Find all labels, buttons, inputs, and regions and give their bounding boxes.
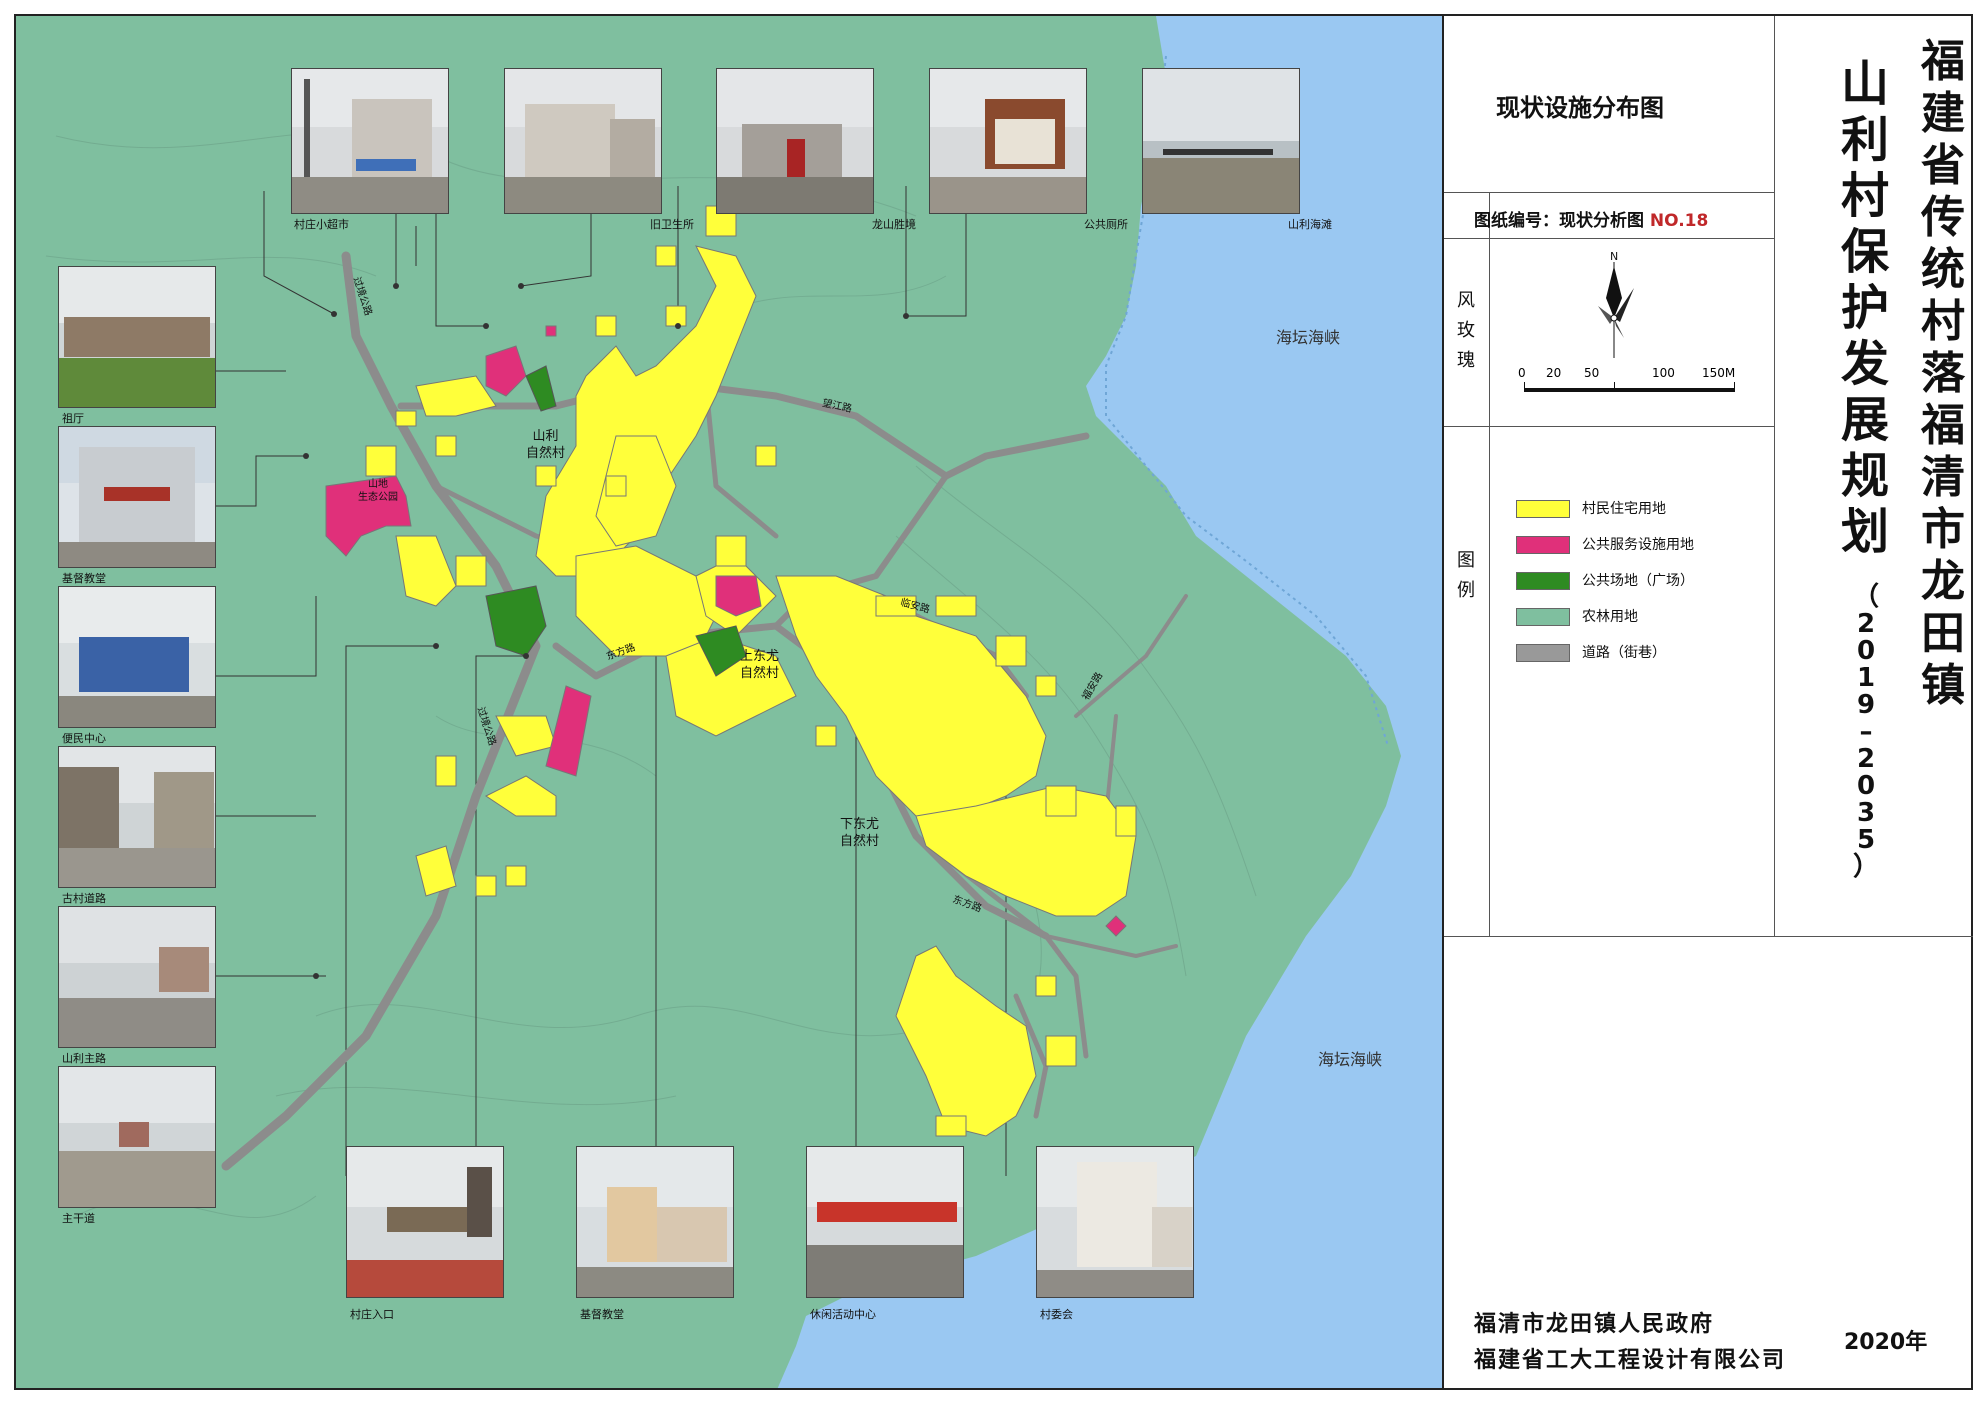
footer-government: 福清市龙田镇人民政府 <box>1474 1312 1715 1337</box>
main-title-column-1: 福建省传统村落福清市龙田镇 <box>1921 36 1965 711</box>
photo-service-center <box>58 586 216 728</box>
planning-sheet: 山利 自然村 上东尤 自然村 下东尤 自然村 山地 生态公园 海坛海峡 海坛海峡 过境公… <box>0 0 1987 1403</box>
caption-church-left: 基督教堂 <box>62 572 106 585</box>
photo-village-entrance <box>346 1146 504 1298</box>
caption-toilet: 公共厕所 <box>1084 218 1128 231</box>
village-label-shanli: 山利 自然村 <box>526 429 566 461</box>
caption-service-center: 便民中心 <box>62 732 106 745</box>
scale-label: 50 <box>1584 366 1600 380</box>
footer-company: 福建省工大工程设计有限公司 <box>1474 1348 1787 1373</box>
caption-beach: 山利海滩 <box>1288 218 1332 231</box>
map-frame: 山利 自然村 上东尤 自然村 下东尤 自然村 山地 生态公园 海坛海峡 海坛海峡 过境公… <box>14 14 1444 1390</box>
plan-period: （2 0 1 9–2 0 3 5） <box>1852 582 1879 882</box>
caption-shanli-main-road: 山利主路 <box>62 1052 106 1065</box>
scale-label: 100 <box>1652 366 1675 380</box>
photo-trunk-road <box>58 1066 216 1208</box>
scale-bar <box>1524 388 1734 392</box>
photo-activity-center <box>806 1146 964 1298</box>
caption-trunk-road: 主干道 <box>62 1212 95 1225</box>
park-label: 山地 生态公园 <box>358 479 398 503</box>
photo-public-toilet <box>929 68 1087 214</box>
caption-activity-center: 休闲活动中心 <box>810 1308 876 1321</box>
legend-label: 图 例 <box>1457 550 1475 601</box>
photo-church-bottom <box>576 1146 734 1298</box>
photo-village-supermarket <box>291 68 449 214</box>
drawing-number: 图纸编号：现状分析图 NO.18 <box>1474 211 1709 231</box>
info-panel: 现状设施分布图 图纸编号：现状分析图 NO.18 风 玫 瑰 N 0 20 50… <box>1444 14 1973 1390</box>
scale-label: 150M <box>1702 366 1736 380</box>
village-label-xiadongyou: 下东尤 自然村 <box>840 817 880 849</box>
photo-village-committee <box>1036 1146 1194 1298</box>
sheet-title: 现状设施分布图 <box>1496 94 1664 122</box>
photo-main-road-shanli <box>58 906 216 1048</box>
photo-old-road <box>58 746 216 888</box>
caption-church-bottom: 基督教堂 <box>580 1308 624 1321</box>
scale-label: 20 <box>1546 366 1562 380</box>
photo-ancestral-hall <box>58 266 216 408</box>
caption-old-road: 古村道路 <box>62 892 106 905</box>
wind-rose-icon: N <box>1598 250 1634 358</box>
photo-longshan <box>716 68 874 214</box>
village-label-shangdongyou: 上东尤 自然村 <box>740 649 780 681</box>
photo-old-clinic <box>504 68 662 214</box>
wind-rose-label: 风 玫 瑰 <box>1457 290 1475 371</box>
caption-committee: 村委会 <box>1040 1308 1073 1321</box>
north-label: N <box>1610 250 1618 263</box>
sea-label-south: 海坛海峡 <box>1318 1050 1383 1069</box>
plan-year: 2020年 <box>1844 1330 1928 1355</box>
scale-label: 0 <box>1518 366 1526 380</box>
sea-label-north: 海坛海峡 <box>1276 328 1341 347</box>
caption-ancestral-hall: 祖厅 <box>62 412 84 425</box>
main-title-column-2: 山利村保护发展规划 <box>1840 56 1889 560</box>
photo-church-left <box>58 426 216 568</box>
caption-entrance: 村庄入口 <box>350 1308 394 1321</box>
caption-old-clinic: 旧卫生所 <box>650 218 694 231</box>
caption-longshan: 龙山胜境 <box>872 218 916 231</box>
caption-supermarket: 村庄小超市 <box>294 218 349 231</box>
photo-beach <box>1142 68 1300 214</box>
